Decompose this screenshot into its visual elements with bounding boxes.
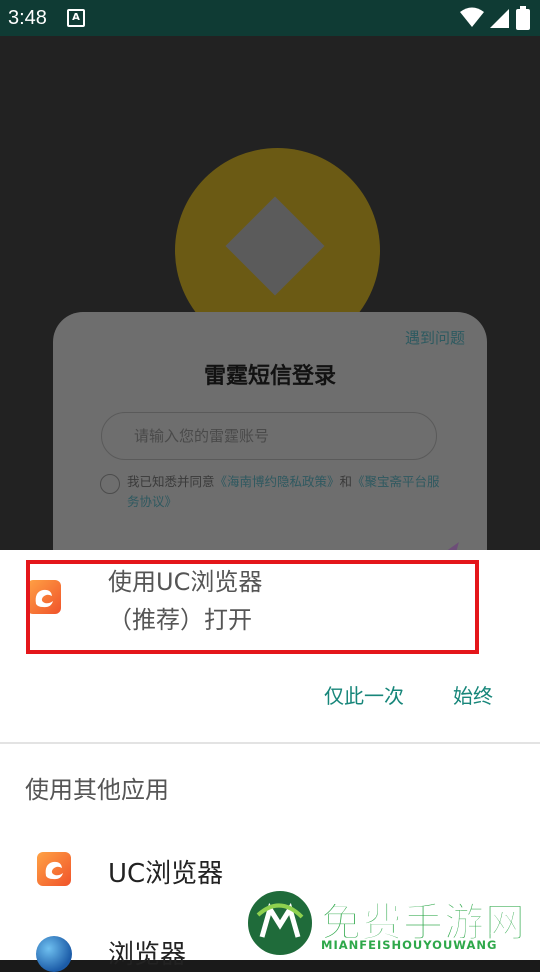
agreement-text: 我已知悉并同意《海南博约隐私政策》和《聚宝斋平台服务协议》	[127, 472, 447, 512]
signal-icon	[490, 9, 509, 28]
notification-a-icon: A	[66, 9, 85, 27]
app-label-browser: 浏览器	[108, 940, 187, 970]
watermark: 免费手游网 MIANFEISHOUYOUWANG	[245, 886, 540, 960]
login-card: 遇到问题 雷霆短信登录 请输入您的雷霆账号 我已知悉并同意《海南博约隐私政策》和…	[53, 312, 487, 550]
status-bar: 3:48 A	[0, 0, 540, 36]
browser-globe-icon	[36, 936, 72, 972]
login-title: 雷霆短信登录	[203, 364, 336, 389]
account-input[interactable]: 请输入您的雷霆账号	[101, 412, 437, 460]
help-link[interactable]: 遇到问题	[405, 327, 465, 348]
watermark-logo-icon	[245, 888, 315, 958]
uc-browser-icon	[37, 852, 71, 886]
highlight-box	[26, 560, 479, 654]
status-time: 3:48	[8, 6, 47, 29]
agree-prefix: 我已知悉并同意	[127, 474, 215, 489]
other-apps-title: 使用其他应用	[25, 776, 169, 804]
just-once-button[interactable]: 仅此一次	[324, 680, 404, 709]
background-app: 遇到问题 雷霆短信登录 请输入您的雷霆账号 我已知悉并同意《海南博约隐私政策》和…	[0, 36, 540, 550]
app-label-uc: UC浏览器	[108, 859, 224, 889]
status-icons	[460, 6, 530, 30]
always-button[interactable]: 始终	[453, 680, 493, 709]
watermark-subtitle: MIANFEISHOUYOUWANG	[321, 938, 498, 952]
divider	[0, 742, 540, 744]
battery-icon	[516, 6, 530, 30]
agree-checkbox[interactable]	[100, 474, 120, 494]
wifi-icon	[460, 7, 484, 27]
recommended-app-row[interactable]: 使用UC浏览器 （推荐）打开	[0, 550, 540, 655]
agree-and: 和	[339, 474, 353, 489]
privacy-policy-link[interactable]: 《海南博约隐私政策》	[215, 474, 340, 489]
